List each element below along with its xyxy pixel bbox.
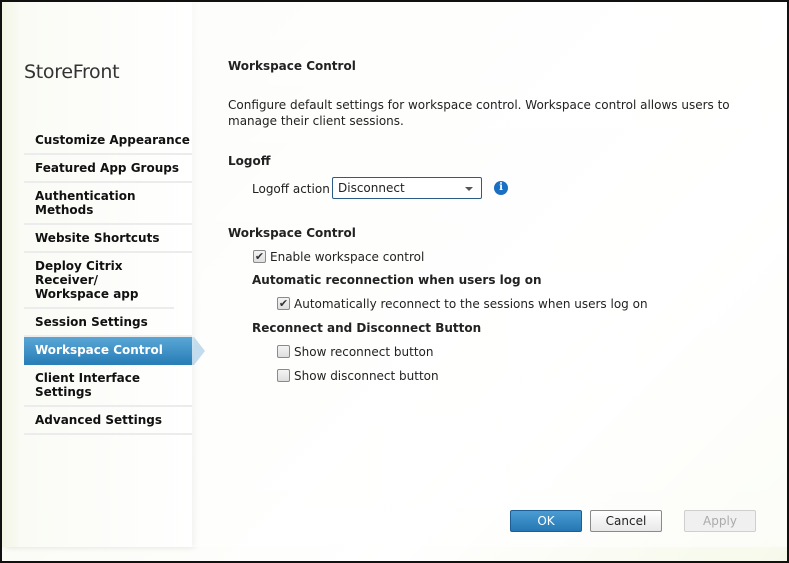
info-icon[interactable]: i (494, 181, 508, 195)
show-reconnect-label[interactable]: Show reconnect button (294, 345, 433, 359)
enable-workspace-control-label[interactable]: Enable workspace control (270, 250, 424, 264)
show-reconnect-checkbox[interactable] (277, 345, 290, 358)
logoff-action-value: Disconnect (338, 181, 405, 195)
sidebar-item-advanced-settings[interactable]: Advanced Settings (24, 407, 192, 435)
sidebar-item-authentication-methods[interactable]: Authentication Methods (24, 183, 192, 225)
cancel-button[interactable]: Cancel (590, 510, 662, 532)
sidebar-item-featured-app-groups[interactable]: Featured App Groups (24, 155, 192, 183)
logoff-action-select[interactable]: Disconnect (332, 177, 482, 199)
page-description: Configure default settings for workspace… (228, 98, 730, 128)
auto-reconnect-heading: Automatic reconnection when users log on (252, 273, 542, 287)
page-title: Workspace Control (228, 59, 356, 73)
enable-workspace-control-checkbox[interactable]: ✔ (253, 250, 266, 263)
workspace-control-heading: Workspace Control (228, 226, 356, 240)
sidebar-item-client-interface-settings[interactable]: Client Interface Settings (24, 365, 192, 407)
chevron-down-icon (465, 187, 473, 191)
dialog-window: StoreFront Customize Appearance Featured… (0, 0, 789, 563)
reconnect-disconnect-heading: Reconnect and Disconnect Button (252, 321, 482, 335)
logoff-action-label: Logoff action (252, 182, 330, 196)
show-disconnect-label[interactable]: Show disconnect button (294, 369, 439, 383)
auto-reconnect-checkbox[interactable]: ✔ (277, 297, 290, 310)
sidebar-item-workspace-control[interactable]: Workspace Control (24, 337, 205, 365)
ok-button[interactable]: OK (510, 510, 582, 532)
sidebar-item-customize-appearance[interactable]: Customize Appearance (24, 127, 192, 155)
app-title: StoreFront (24, 61, 120, 83)
logoff-heading: Logoff (228, 154, 271, 168)
sidebar-item-website-shortcuts[interactable]: Website Shortcuts (24, 225, 192, 253)
sidebar-nav: Customize Appearance Featured App Groups… (24, 127, 205, 435)
show-disconnect-checkbox[interactable] (277, 369, 290, 382)
sidebar-item-deploy-citrix-receiver[interactable]: Deploy Citrix Receiver/ Workspace app (24, 253, 174, 309)
sidebar: StoreFront Customize Appearance Featured… (2, 2, 205, 547)
apply-button[interactable]: Apply (684, 510, 756, 532)
auto-reconnect-label[interactable]: Automatically reconnect to the sessions … (294, 297, 648, 311)
sidebar-item-session-settings[interactable]: Session Settings (24, 309, 192, 337)
